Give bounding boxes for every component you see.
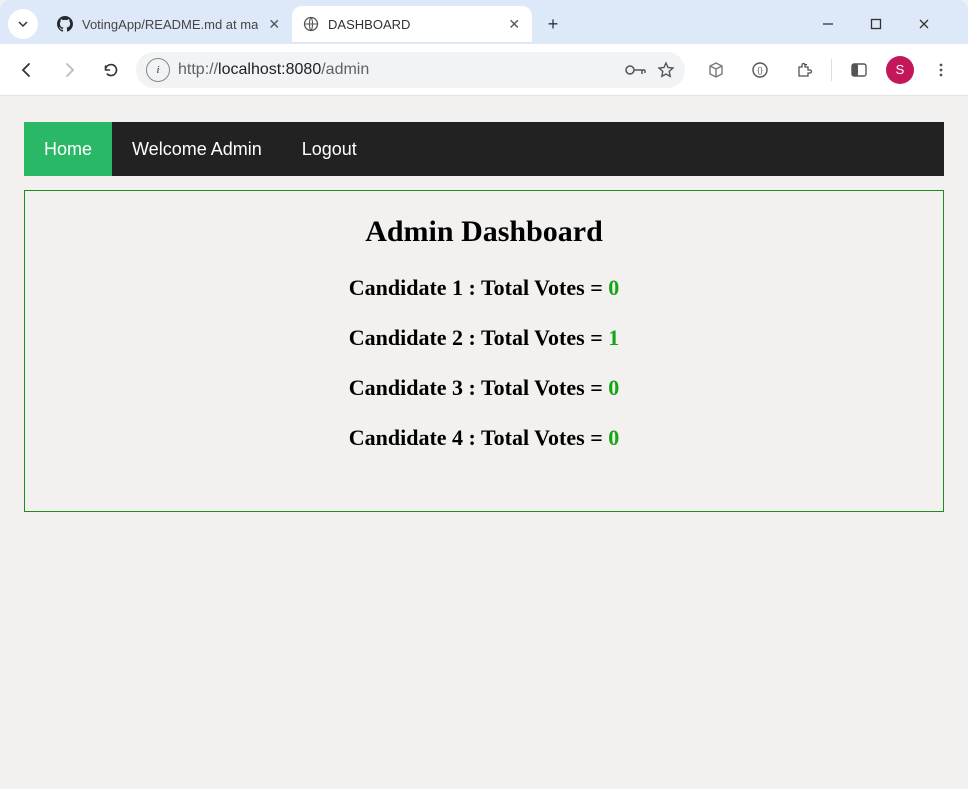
tab-active[interactable]: DASHBOARD ✕ (292, 6, 532, 42)
new-tab-button[interactable]: + (538, 9, 568, 39)
password-key-icon[interactable] (625, 63, 647, 77)
page-title: Admin Dashboard (45, 215, 923, 249)
extensions-icon[interactable] (787, 53, 821, 87)
address-bar[interactable]: i http://localhost:8080/admin (136, 52, 685, 88)
toolbar-divider (831, 59, 832, 81)
app-navbar: Home Welcome Admin Logout (24, 122, 944, 176)
vote-count: 0 (608, 425, 619, 450)
vote-count: 0 (608, 375, 619, 400)
github-icon (56, 15, 74, 33)
minimize-button[interactable] (822, 18, 852, 30)
nav-logout[interactable]: Logout (282, 122, 377, 176)
side-panel-icon[interactable] (842, 53, 876, 87)
candidate-row: Candidate 2 : Total Votes = 1 (45, 325, 923, 351)
page-viewport: Home Welcome Admin Logout Admin Dashboar… (0, 96, 968, 789)
bookmark-star-icon[interactable] (657, 61, 675, 79)
nav-welcome-admin[interactable]: Welcome Admin (112, 122, 282, 176)
url-text: http://localhost:8080/admin (178, 61, 617, 79)
maximize-button[interactable] (870, 18, 900, 30)
close-icon[interactable]: ✕ (506, 14, 522, 35)
candidate-row: Candidate 1 : Total Votes = 0 (45, 275, 923, 301)
close-window-button[interactable] (918, 18, 948, 30)
back-button[interactable] (10, 53, 44, 87)
tab-strip: VotingApp/README.md at ma ✕ DASHBOARD ✕ … (0, 0, 968, 44)
window-controls (822, 18, 960, 30)
tab-title: DASHBOARD (328, 17, 498, 32)
browser-toolbar: i http://localhost:8080/admin {} (0, 44, 968, 96)
tab-inactive[interactable]: VotingApp/README.md at ma ✕ (46, 6, 292, 42)
close-icon[interactable]: ✕ (266, 14, 282, 35)
browser-chrome: VotingApp/README.md at ma ✕ DASHBOARD ✕ … (0, 0, 968, 96)
profile-avatar[interactable]: S (886, 56, 914, 84)
candidate-row: Candidate 3 : Total Votes = 0 (45, 375, 923, 401)
candidate-row: Candidate 4 : Total Votes = 0 (45, 425, 923, 451)
tabs-search-button[interactable] (8, 9, 38, 39)
reload-button[interactable] (94, 53, 128, 87)
cube-extension-icon[interactable] (699, 53, 733, 87)
toolbar-right: {} S (693, 53, 958, 87)
nav-home[interactable]: Home (24, 122, 112, 176)
tab-title: VotingApp/README.md at ma (82, 17, 258, 32)
vote-count: 0 (608, 275, 619, 300)
forward-button[interactable] (52, 53, 86, 87)
globe-icon (302, 15, 320, 33)
site-info-icon[interactable]: i (146, 58, 170, 82)
dashboard-panel: Admin Dashboard Candidate 1 : Total Vote… (24, 190, 944, 512)
devtools-icon[interactable]: {} (743, 53, 777, 87)
svg-text:{}: {} (757, 66, 763, 75)
vote-count: 1 (608, 325, 619, 350)
kebab-menu-icon[interactable] (924, 53, 958, 87)
